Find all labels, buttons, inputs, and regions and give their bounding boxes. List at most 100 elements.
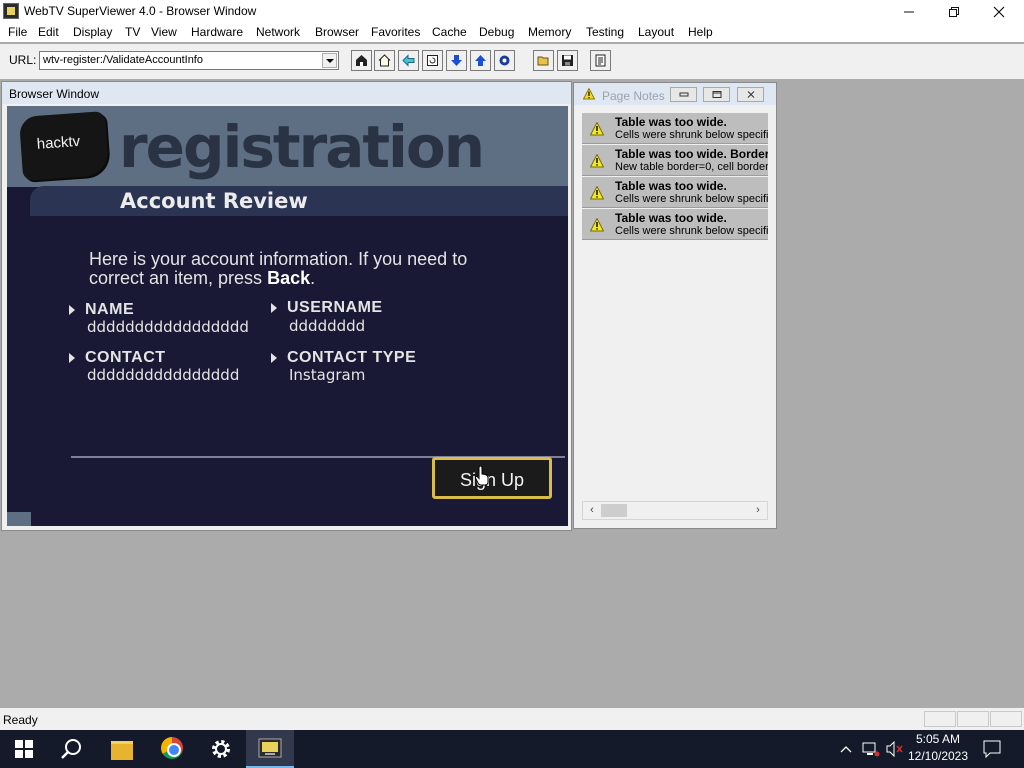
contact-type-arrow-icon (271, 353, 277, 363)
menu-view[interactable]: View (151, 25, 177, 39)
scroll-up-button[interactable] (470, 50, 491, 71)
clock-time[interactable]: 5:05 AM (903, 732, 973, 746)
notes-list[interactable]: Table was too wide. Cells were shrunk be… (582, 113, 768, 506)
windows-logo-icon (15, 740, 33, 758)
browser-window-caption[interactable]: Browser Window (2, 82, 571, 104)
status-pane (924, 711, 956, 727)
home-button[interactable] (374, 50, 395, 71)
minimize-icon (904, 11, 914, 13)
menu-help[interactable]: Help (688, 25, 713, 39)
menu-file[interactable]: File (8, 25, 27, 39)
url-combobox[interactable]: wtv-register:/ValidateAccountInfo (39, 51, 339, 70)
restore-button[interactable] (931, 0, 977, 23)
name-arrow-icon (69, 305, 75, 315)
menu-memory[interactable]: Memory (528, 25, 571, 39)
bottom-strip (7, 512, 31, 526)
webtv-viewer-taskbar-icon[interactable] (246, 730, 294, 768)
gear-icon (212, 740, 230, 758)
menu-display[interactable]: Display (73, 25, 112, 39)
reload-button[interactable] (422, 50, 443, 71)
menu-favorites[interactable]: Favorites (371, 25, 420, 39)
app-icon (3, 3, 19, 19)
close-icon (747, 91, 755, 98)
note-detail: New table border=0, cell border= (615, 161, 768, 173)
list-item[interactable]: Table was too wide. Border New table bor… (582, 145, 768, 176)
menu-testing[interactable]: Testing (586, 25, 624, 39)
notes-close-button[interactable] (737, 87, 764, 102)
username-arrow-icon (271, 303, 277, 313)
toolbar: URL: wtv-register:/ValidateAccountInfo (0, 44, 1024, 79)
menu-browser[interactable]: Browser (315, 25, 359, 39)
window-title: WebTV SuperViewer 4.0 - Browser Window (24, 4, 257, 18)
username-label: USERNAME (287, 299, 383, 316)
horizontal-scrollbar[interactable]: ‹ › (582, 501, 768, 520)
menu-debug[interactable]: Debug (479, 25, 514, 39)
file-explorer-icon[interactable] (98, 730, 146, 768)
status-pane (957, 711, 989, 727)
url-dropdown-button[interactable] (322, 53, 337, 68)
scroll-left-icon[interactable]: ‹ (585, 504, 599, 517)
page-info-button[interactable] (590, 50, 611, 71)
note-title: Table was too wide. (615, 211, 727, 225)
home-page-button[interactable] (351, 50, 372, 71)
back-button[interactable] (398, 50, 419, 71)
warning-icon (590, 154, 604, 168)
note-title: Table was too wide. Border (615, 147, 768, 161)
status-bar: Ready (0, 708, 1024, 730)
menu-edit[interactable]: Edit (38, 25, 59, 39)
menu-layout[interactable]: Layout (638, 25, 674, 39)
browser-window: Browser Window hacktv registration Accou… (1, 81, 572, 531)
name-label: NAME (85, 301, 135, 318)
intro-end: . (310, 268, 316, 288)
network-icon[interactable] (862, 741, 880, 757)
sign-up-button[interactable]: Sign Up (432, 457, 552, 499)
note-title: Table was too wide. (615, 179, 727, 193)
contact-value: dddddddddddddddd (87, 366, 240, 384)
menu-cache[interactable]: Cache (432, 25, 467, 39)
search-icon (61, 739, 81, 759)
status-text: Ready (3, 713, 38, 727)
note-detail: Cells were shrunk below specifie (615, 193, 768, 205)
scroll-right-icon[interactable]: › (751, 504, 765, 517)
intro-back-word: Back (267, 268, 311, 288)
open-folder-icon (537, 56, 549, 66)
page-notes-title: Page Notes (602, 89, 665, 103)
save-button[interactable] (557, 50, 578, 71)
clock-date[interactable]: 12/10/2023 (903, 749, 973, 763)
menu-hardware[interactable]: Hardware (191, 25, 243, 39)
list-item[interactable]: Table was too wide. Cells were shrunk be… (582, 177, 768, 208)
status-pane (990, 711, 1022, 727)
menu-network[interactable]: Network (256, 25, 300, 39)
open-button[interactable] (533, 50, 554, 71)
warning-icon (583, 88, 595, 100)
close-button[interactable] (976, 0, 1022, 23)
notes-maximize-button[interactable] (703, 87, 730, 102)
page-heading: registration (119, 113, 485, 181)
notes-minimize-button[interactable] (670, 87, 697, 102)
scroll-down-button[interactable] (446, 50, 467, 71)
volume-muted-icon[interactable] (886, 741, 904, 757)
page-notes-caption[interactable]: Page Notes (574, 83, 776, 105)
page-subheading: Account Review (120, 189, 308, 213)
menu-tv[interactable]: TV (125, 25, 140, 39)
back-icon (402, 54, 415, 67)
stop-button[interactable] (494, 50, 515, 71)
settings-button[interactable] (197, 730, 245, 768)
list-item[interactable]: Table was too wide. Cells were shrunk be… (582, 209, 768, 240)
chevron-up-icon[interactable] (840, 745, 852, 753)
page-info-icon (595, 54, 606, 67)
search-button[interactable] (48, 730, 96, 768)
chrome-icon[interactable] (148, 730, 196, 768)
hacktv-logo[interactable]: hacktv (18, 111, 110, 181)
note-detail: Cells were shrunk below specifie (615, 129, 768, 141)
reload-icon (427, 55, 438, 66)
stop-icon (499, 55, 510, 66)
webtv-app-icon (258, 738, 282, 758)
start-button[interactable] (0, 730, 48, 768)
list-item[interactable]: Table was too wide. Cells were shrunk be… (582, 113, 768, 144)
username-value: dddddddd (289, 317, 366, 335)
scroll-thumb[interactable] (601, 504, 627, 517)
url-input[interactable]: wtv-register:/ValidateAccountInfo (43, 54, 203, 66)
minimize-button[interactable] (886, 0, 932, 23)
notifications-icon[interactable] (983, 740, 1001, 758)
